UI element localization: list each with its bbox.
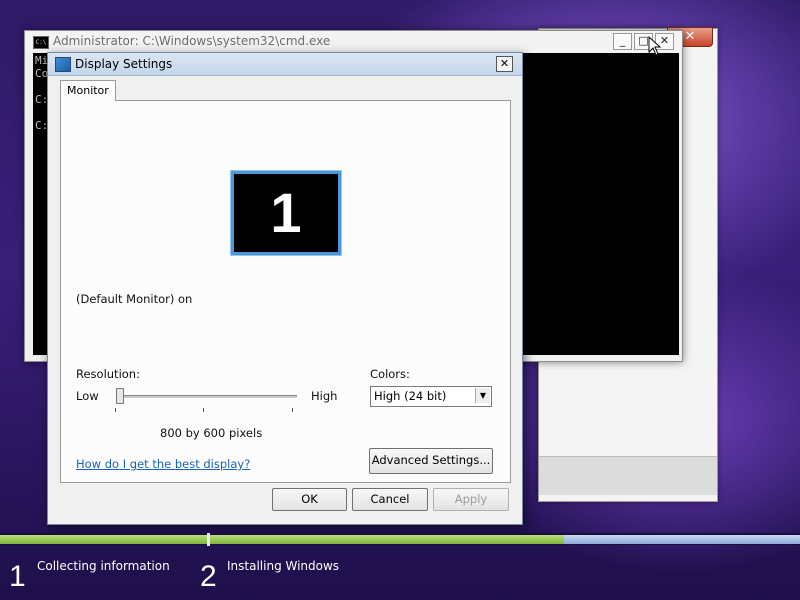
slider-tick: [115, 408, 116, 412]
dialog-title: Display Settings: [75, 57, 173, 71]
step2-number: 2: [200, 560, 217, 593]
slider-high-label: High: [311, 389, 338, 403]
dialog-title-bar[interactable]: Display Settings ✕: [48, 53, 522, 76]
mouse-cursor-icon: [648, 36, 662, 56]
monitor-icon[interactable]: 1: [230, 170, 342, 256]
step2-progress: [210, 535, 800, 544]
minimize-button[interactable]: _: [613, 33, 632, 50]
advanced-settings-button[interactable]: Advanced Settings...: [369, 448, 493, 474]
slider-tick: [203, 408, 204, 412]
colors-select[interactable]: High (24 bit) ▼: [370, 386, 492, 407]
display-settings-icon: [55, 57, 71, 72]
cancel-button[interactable]: Cancel: [352, 488, 428, 511]
cmd-icon: C:\: [33, 36, 49, 49]
step2-label: Installing Windows: [227, 559, 340, 573]
colors-select-value: High (24 bit): [374, 389, 447, 403]
ok-button[interactable]: OK: [272, 488, 347, 511]
resolution-label: Resolution:: [76, 367, 140, 381]
slider-tick: [292, 408, 293, 412]
step1-label: Collecting information: [37, 559, 170, 573]
dropdown-arrow-icon[interactable]: ▼: [475, 388, 490, 403]
step2-progress-fill: [210, 535, 564, 544]
best-display-help-link[interactable]: How do I get the best display?: [76, 457, 250, 471]
cmd-title-bar[interactable]: C:\ Administrator: C:\Windows\system32\c…: [25, 31, 682, 53]
apply-button: Apply: [433, 488, 509, 511]
resolution-slider-track[interactable]: [119, 395, 297, 399]
dialog-close-button[interactable]: ✕: [496, 56, 513, 72]
resolution-value-text: 800 by 600 pixels: [160, 426, 263, 440]
resolution-slider-thumb[interactable]: [116, 388, 124, 404]
step1-number: 1: [9, 560, 26, 593]
tab-monitor[interactable]: Monitor: [60, 80, 116, 101]
colors-label: Colors:: [370, 367, 410, 381]
slider-low-label: Low: [76, 389, 99, 403]
step1-progress: [0, 535, 207, 544]
monitor-status-text: (Default Monitor) on: [76, 292, 193, 306]
cmd-window-title: Administrator: C:\Windows\system32\cmd.e…: [53, 34, 331, 48]
cmd-window-controls: _ □ ✕: [613, 33, 674, 50]
background-window-footer: [539, 456, 717, 495]
